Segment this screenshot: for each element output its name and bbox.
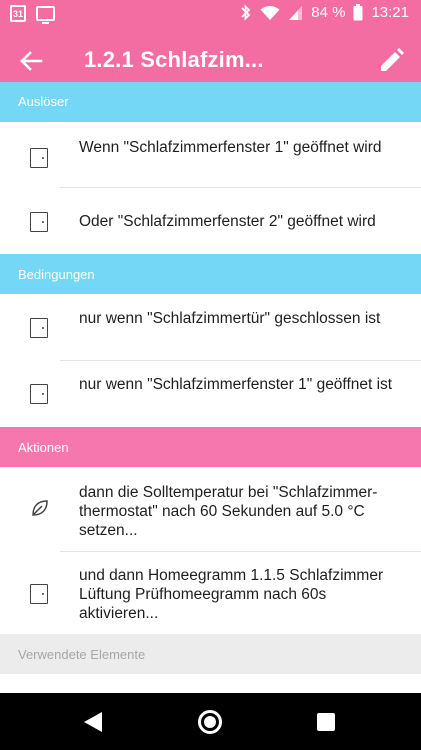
nav-recents-icon[interactable] (317, 713, 335, 731)
section-header-conditions: Bedingungen (0, 254, 421, 294)
condition-item[interactable]: nur wenn "Schlafzimmertür" geschlossen i… (0, 294, 421, 360)
bluetooth-icon (241, 4, 251, 21)
action-text: dann die Solltemperatur bei "Schlafzimme… (79, 484, 378, 539)
door-icon (30, 584, 48, 604)
arrow-left-icon (20, 51, 43, 71)
battery-percentage: 84 % (311, 4, 346, 21)
section-header-trigger: Auslöser (0, 82, 421, 122)
screen-cast-icon (36, 6, 55, 24)
signal-icon (289, 5, 303, 20)
door-icon (30, 384, 48, 404)
trigger-item[interactable]: Oder "Schlafzimmerfenster 2" geöffnet wi… (0, 188, 421, 254)
clock: 13:21 (371, 4, 409, 21)
nav-back-icon[interactable] (82, 710, 104, 734)
calendar-day: 31 (12, 9, 23, 19)
action-item[interactable]: und dann Homeegramm 1.1.5 Schlafzimmer L… (0, 552, 421, 634)
section-header-actions: Aktionen (0, 427, 421, 467)
status-bar: 31 84 % 13:21 (0, 0, 421, 28)
app-screen: 31 84 % 13:21 1.2.1 Schlafzim... Auslöse (0, 0, 421, 750)
action-item[interactable]: dann die Solltemperatur bei "Schlafzimme… (0, 467, 421, 551)
door-icon (30, 148, 48, 168)
trigger-item[interactable]: Wenn "Schlafzimmerfenster 1" geöffnet wi… (0, 122, 421, 188)
door-icon (30, 318, 48, 338)
condition-text: nur wenn "Schlafzimmerfenster 1" geöffne… (79, 376, 393, 393)
page-title: 1.2.1 Schlafzim... (84, 47, 264, 72)
pencil-icon (381, 48, 404, 71)
trigger-text: Wenn "Schlafzimmerfenster 1" geöffnet wi… (79, 139, 382, 156)
back-button[interactable] (14, 45, 50, 77)
edit-button[interactable] (375, 45, 407, 77)
action-text: und dann Homeegramm 1.1.5 Schlafzimmer L… (79, 567, 384, 622)
leaf-icon (32, 500, 48, 516)
battery-icon (353, 4, 363, 21)
section-header-used-elements: Verwendete Elemente (0, 634, 421, 674)
condition-text: nur wenn "Schlafzimmertür" geschlossen i… (79, 310, 381, 327)
condition-item[interactable]: nur wenn "Schlafzimmerfenster 1" geöffne… (0, 361, 421, 427)
trigger-text: Oder "Schlafzimmerfenster 2" geöffnet wi… (79, 213, 376, 230)
system-navigation-bar (0, 693, 421, 750)
nav-home-icon[interactable] (198, 710, 222, 734)
wifi-icon (260, 5, 280, 20)
calendar-icon: 31 (10, 5, 26, 22)
door-icon (30, 212, 48, 232)
